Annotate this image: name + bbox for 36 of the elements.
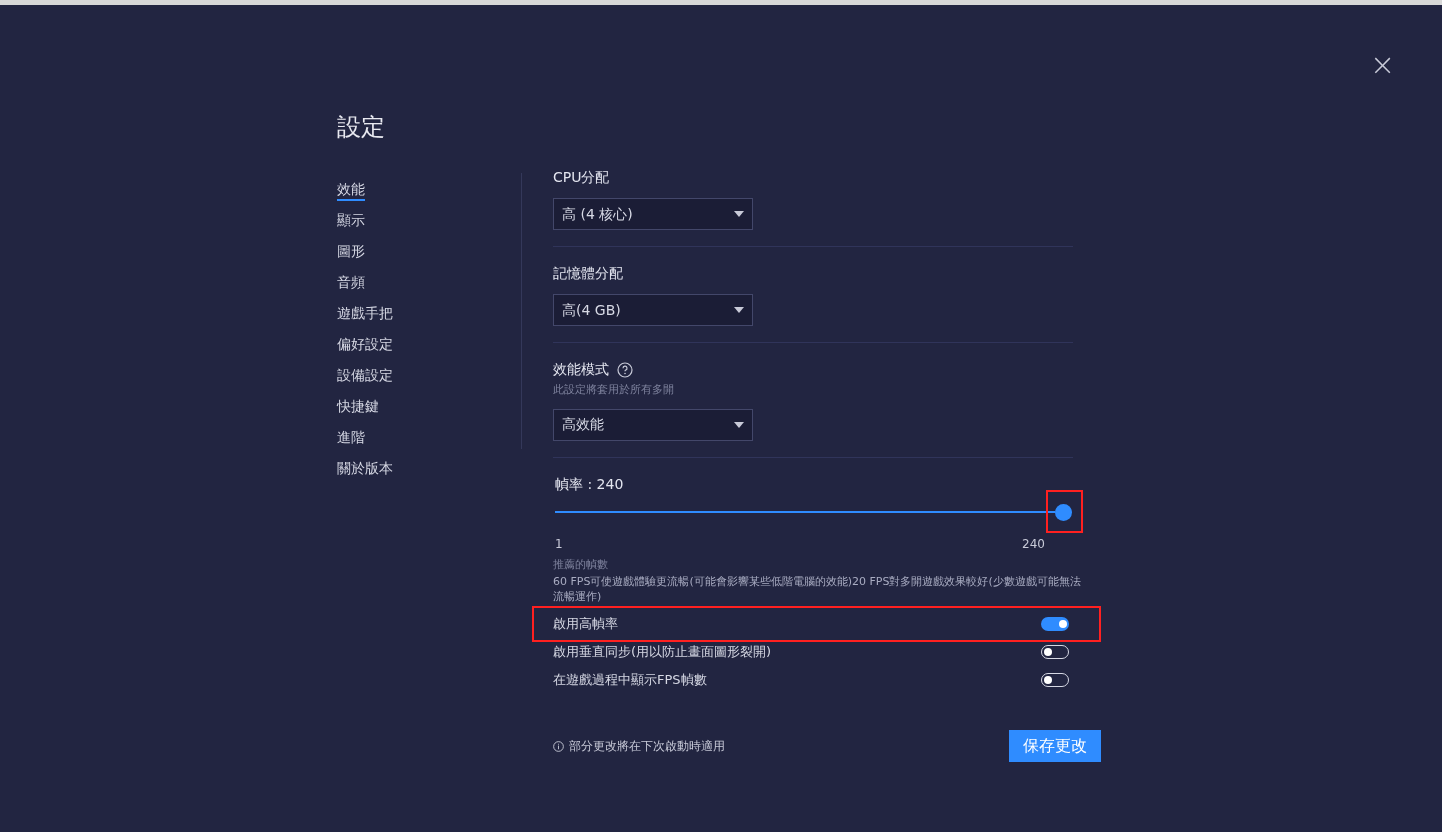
info-icon [553, 740, 564, 752]
caret-icon [734, 421, 744, 428]
sidebar-tab[interactable]: 圖形 [337, 242, 365, 263]
sidebar-tab[interactable]: 音頻 [337, 273, 365, 294]
recommend-title: 推薦的幀數 [553, 556, 609, 573]
sidebar-tab[interactable]: 遊戲手把 [337, 304, 393, 325]
toggle-label: 啟用高幀率 [553, 615, 618, 634]
recommend-text: 60 FPS可使遊戲體驗更流暢(可能會影響某些低階電腦的效能)20 FPS對多開遊戲效果較好(少數遊戲可能無法流暢運作) [553, 574, 1082, 604]
toggle-label: 在遊戲過程中顯示FPS幀數 [553, 671, 707, 690]
slider-max: 240 [1022, 535, 1045, 553]
sidebar-tab[interactable]: 偏好設定 [337, 335, 393, 356]
settings-title: 設定 [337, 115, 386, 139]
sidebar-tab[interactable]: 效能 [337, 180, 365, 201]
highlight-frame [1046, 489, 1083, 533]
help-icon[interactable] [617, 361, 633, 378]
sidebar-tab[interactable]: 顯示 [337, 211, 365, 232]
dropdown[interactable]: 高 (4 核心) [553, 198, 753, 230]
dropdown[interactable]: 高(4 GB) [553, 294, 753, 326]
sidebar-tab[interactable]: 進階 [337, 428, 365, 449]
slider-thumb[interactable] [1055, 503, 1072, 521]
field-label: 記憶體分配 [553, 264, 623, 283]
slider-label: 幀率 : 240 [555, 475, 624, 492]
toggle-switch[interactable] [1041, 617, 1069, 631]
toggle-label: 啟用垂直同步(用以防止畫面圖形裂開) [553, 643, 772, 662]
caret-icon [734, 211, 744, 217]
field-label: 效能模式 [553, 360, 609, 379]
footer-note: 部分更改將在下次啟動時適用 [569, 738, 725, 755]
slider-min: 1 [555, 535, 563, 553]
sidebar-tab[interactable]: 快捷鍵 [337, 397, 379, 418]
field-label: CPU分配 [553, 168, 610, 187]
sidebar-tab[interactable]: 關於版本 [337, 459, 393, 480]
dropdown[interactable]: 高效能 [553, 408, 753, 441]
close-button[interactable]: × [1370, 49, 1394, 81]
field-hint: 此設定將套用於所有多開 [553, 382, 675, 398]
caret-icon [734, 307, 744, 313]
sidebar-tab[interactable]: 設備設定 [337, 366, 393, 387]
